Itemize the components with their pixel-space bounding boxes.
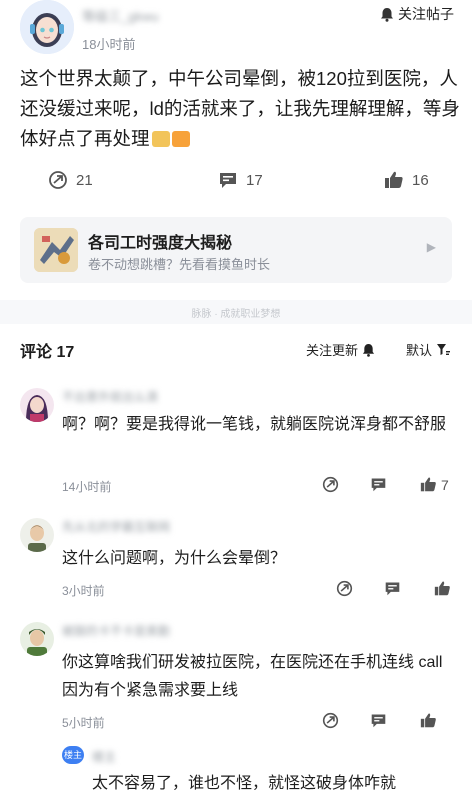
comment-share-button[interactable] xyxy=(336,580,353,597)
comment-author-avatar[interactable] xyxy=(20,622,54,656)
share-count: 21 xyxy=(76,171,93,189)
follow-post-label: 关注帖子 xyxy=(398,6,454,22)
comment-timestamp: 14小时前 xyxy=(62,480,112,494)
like-button[interactable]: 16 xyxy=(384,170,429,190)
follow-updates-button[interactable]: 关注更新 xyxy=(306,340,375,359)
comment-reply-button[interactable] xyxy=(370,712,387,729)
op-badge: 楼主 xyxy=(62,746,84,764)
emoji-icon xyxy=(171,131,190,147)
share-icon xyxy=(322,712,339,729)
thumbs-up-icon xyxy=(384,170,404,190)
comment-author-nickname[interactable]: 被鼓的卡不卡是奥勤 xyxy=(62,622,202,639)
comment-count: 17 xyxy=(246,171,263,189)
comment-text: 你这算啥我们研发被拉医院，在医院还在手机连线 call 因为有个紧急需求要上线 xyxy=(62,654,443,699)
like-count: 16 xyxy=(412,171,429,189)
comment-author-avatar[interactable] xyxy=(20,518,54,552)
comment-icon xyxy=(384,580,401,597)
share-icon xyxy=(322,476,339,493)
emoji-icon xyxy=(151,131,170,147)
comment-timestamp: 3小时前 xyxy=(62,584,105,598)
post-timestamp: 18小时前 xyxy=(82,37,136,52)
post-author-avatar[interactable] xyxy=(20,0,74,54)
topic-card-title: 各司工时强度大揭秘 xyxy=(88,235,233,252)
sort-label: 默认 xyxy=(406,343,433,358)
comment-like-button[interactable]: 7 xyxy=(420,476,449,493)
comment-share-button[interactable] xyxy=(322,712,339,729)
comments-count-title: 评论 17 xyxy=(20,344,75,361)
comment-author-avatar[interactable] xyxy=(20,388,54,422)
reply-text: 太不容易了，谁也不怪，就怪这破身体咋就 xyxy=(92,775,397,792)
comment-text: 这什么问题啊，为什么会晕倒？ xyxy=(62,550,287,567)
comment-author-nickname[interactable]: 先从北的学霸互联网 xyxy=(62,518,202,535)
sort-filter-icon xyxy=(436,343,451,356)
share-icon xyxy=(336,580,353,597)
post-author-nickname[interactable]: 等级三_gkwu xyxy=(82,6,192,25)
share-icon xyxy=(48,170,68,190)
share-button[interactable]: 21 xyxy=(48,170,93,190)
topic-card[interactable]: 各司工时强度大揭秘 卷不动想跳槽？先看看摸鱼时长 ▶ xyxy=(20,217,452,283)
comment-icon xyxy=(218,170,238,190)
comment-button[interactable]: 17 xyxy=(218,170,263,190)
bell-icon xyxy=(362,343,375,357)
comment-icon xyxy=(370,712,387,729)
follow-updates-label: 关注更新 xyxy=(306,343,359,358)
thumbs-up-icon xyxy=(420,712,437,729)
topic-card-thumbnail xyxy=(34,228,78,272)
comment-text: 啊？啊？要是我得讹一笔钱，就躺医院说浑身都不舒服 xyxy=(62,416,447,433)
comment-like-count: 7 xyxy=(441,476,449,493)
thumbs-up-icon xyxy=(434,580,451,597)
brand-slogan: 脉脉 · 成就职业梦想 xyxy=(191,309,281,320)
follow-post-button[interactable]: 关注帖子 xyxy=(380,4,454,24)
comment-reply-button[interactable] xyxy=(370,476,387,493)
bell-icon xyxy=(380,7,394,22)
chevron-right-icon: ▶ xyxy=(426,240,436,254)
post-body-text: 这个世界太颠了，中午公司晕倒，被120拉到医院，人还没缓过来呢，ld的活就来了，… xyxy=(20,68,460,149)
comment-share-button[interactable] xyxy=(322,476,339,493)
comment-timestamp: 5小时前 xyxy=(62,716,105,730)
sort-dropdown[interactable]: 默认 xyxy=(406,340,451,359)
post-content: 这个世界太颠了，中午公司晕倒，被120拉到医院，人还没缓过来呢，ld的活就来了，… xyxy=(20,64,460,154)
thumbs-up-icon xyxy=(420,476,437,493)
topic-card-subtitle: 卷不动想跳槽？先看看摸鱼时长 xyxy=(88,257,271,272)
comment-like-button[interactable] xyxy=(420,712,441,729)
comment-like-button[interactable] xyxy=(434,580,455,597)
comment-reply-button[interactable] xyxy=(384,580,401,597)
comment-author-nickname[interactable]: 不出意外就出么滴 xyxy=(62,388,202,405)
reply-author-nickname[interactable]: 楼主 xyxy=(92,748,152,765)
comment-icon xyxy=(370,476,387,493)
